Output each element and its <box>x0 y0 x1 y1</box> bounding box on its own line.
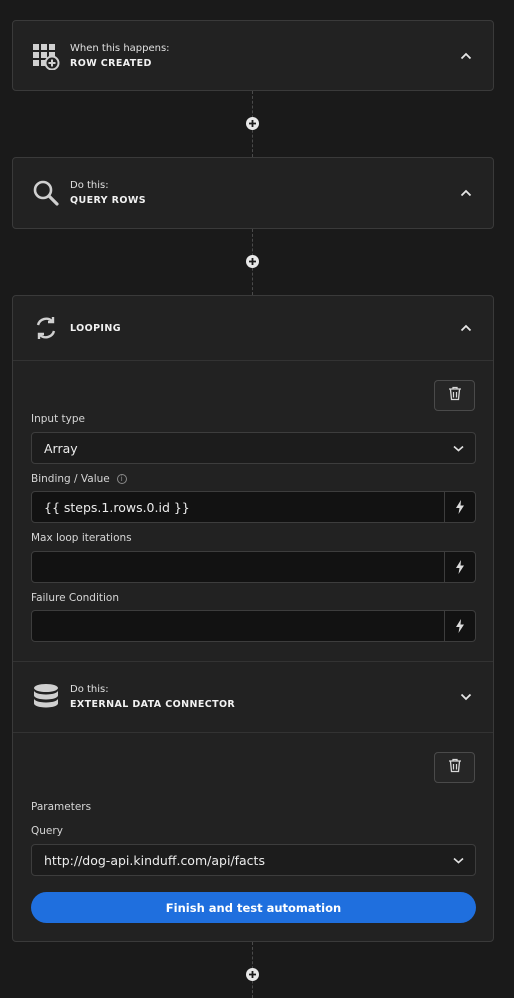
chevron-up-icon[interactable] <box>458 320 474 336</box>
trigger-subtitle: When this happens: <box>70 43 170 54</box>
query-select[interactable]: http://dog-api.kinduff.com/api/facts <box>31 844 476 876</box>
input-type-label: Input type <box>31 413 85 425</box>
failure-condition-label: Failure Condition <box>31 592 119 604</box>
connector-title: EXTERNAL DATA CONNECTOR <box>70 699 236 710</box>
max-iterations-label: Max loop iterations <box>31 532 132 544</box>
step1-subtitle: Do this: <box>70 180 109 191</box>
input-type-select[interactable]: Array <box>31 432 476 464</box>
step1-title: QUERY ROWS <box>70 195 146 206</box>
query-value: http://dog-api.kinduff.com/api/facts <box>44 852 265 868</box>
finish-and-test-button[interactable]: Finish and test automation <box>31 892 476 923</box>
info-icon[interactable]: i <box>116 474 127 484</box>
query-label: Query <box>31 825 63 837</box>
delete-button[interactable] <box>434 380 475 411</box>
binding-input[interactable]: {{ steps.1.rows.0.id }} <box>31 491 476 523</box>
chevron-up-icon[interactable] <box>458 48 474 64</box>
lightning-bolt-icon[interactable] <box>444 492 475 522</box>
trigger-title: ROW CREATED <box>70 58 152 69</box>
input-type-value: Array <box>44 440 78 456</box>
chevron-up-icon[interactable] <box>458 185 474 201</box>
chevron-down-icon <box>441 433 475 463</box>
database-icon <box>32 683 60 711</box>
trash-icon <box>448 386 462 405</box>
table-add-icon <box>32 42 60 70</box>
loop-icon <box>32 314 60 342</box>
binding-label-text: Binding / Value <box>31 473 110 485</box>
lightning-bolt-icon[interactable] <box>444 611 475 641</box>
trigger-block[interactable]: When this happens: ROW CREATED <box>12 20 494 91</box>
add-step-button[interactable] <box>246 968 259 981</box>
max-iterations-input[interactable] <box>31 551 476 583</box>
failure-condition-input[interactable] <box>31 610 476 642</box>
query-rows-block[interactable]: Do this: QUERY ROWS <box>12 157 494 229</box>
add-step-button[interactable] <box>246 117 259 130</box>
chevron-down-icon[interactable] <box>458 689 474 705</box>
delete-button[interactable] <box>434 752 475 783</box>
search-icon <box>32 179 60 207</box>
looping-block[interactable]: LOOPING Input type Array Binding / Value… <box>12 295 494 942</box>
loop-title: LOOPING <box>70 322 121 334</box>
parameters-label: Parameters <box>31 801 92 813</box>
connector-subtitle: Do this: <box>70 684 109 695</box>
trash-icon <box>448 758 462 777</box>
external-data-connector-block[interactable]: Do this: EXTERNAL DATA CONNECTOR <box>13 662 493 732</box>
chevron-down-icon <box>441 845 475 875</box>
binding-value: {{ steps.1.rows.0.id }} <box>44 499 190 515</box>
lightning-bolt-icon[interactable] <box>444 552 475 582</box>
add-step-button[interactable] <box>246 255 259 268</box>
binding-label: Binding / Value i <box>31 473 127 485</box>
